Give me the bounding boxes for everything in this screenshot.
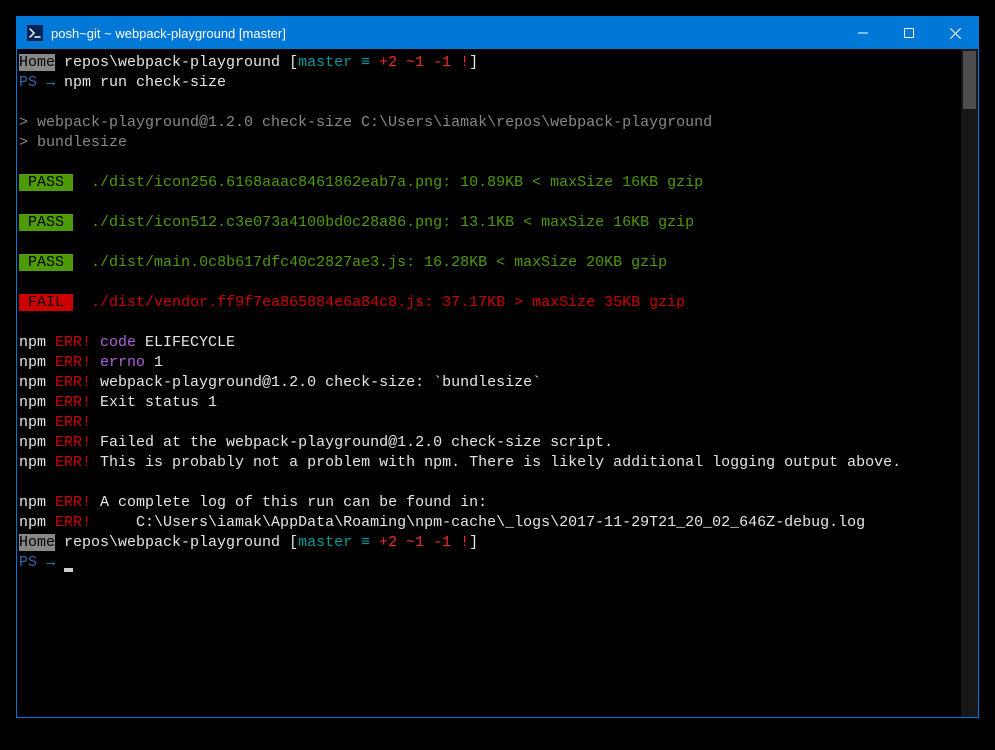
minimize-button[interactable]	[840, 17, 886, 49]
prompt-home: Home	[19, 534, 55, 551]
prompt-home: Home	[19, 54, 55, 71]
npm-header: > bundlesize	[19, 133, 959, 153]
fail-badge: FAIL	[19, 294, 73, 311]
scrollbar-thumb[interactable]	[963, 51, 976, 109]
minimize-icon	[858, 28, 868, 38]
close-icon	[950, 28, 961, 39]
err-tag: ERR!	[46, 374, 91, 391]
npm-header: > webpack-playground@1.2.0 check-size C:…	[19, 113, 959, 133]
err-tag: ERR!	[46, 414, 91, 431]
git-modified: ~1	[397, 54, 433, 71]
prompt-path: repos\webpack-playground	[55, 54, 289, 71]
npm-error-line: npm ERR! webpack-playground@1.2.0 check-…	[19, 373, 959, 393]
prompt-line: Home repos\webpack-playground [master ≡ …	[19, 53, 959, 73]
command-text: npm run check-size	[64, 74, 226, 91]
npm-error-line: npm ERR! Exit status 1	[19, 393, 959, 413]
scrollbar[interactable]	[961, 49, 978, 717]
check-result: FAIL ./dist/vendor.ff9f7ea865884e6a84c8.…	[19, 293, 959, 313]
err-tag: ERR!	[46, 434, 91, 451]
check-result: PASS ./dist/icon256.6168aaac8461862eab7a…	[19, 173, 959, 193]
ps-prefix: PS	[19, 554, 37, 571]
command-line: PS →	[19, 553, 959, 573]
window-controls	[840, 17, 978, 49]
window-frame: posh~git ~ webpack-playground [master] H…	[16, 16, 979, 718]
app-icon	[27, 25, 43, 41]
check-text: ./dist/main.0c8b617dfc40c2827ae3.js: 16.…	[73, 254, 667, 271]
titlebar[interactable]: posh~git ~ webpack-playground [master]	[17, 17, 978, 49]
npm-error-line: npm ERR! code ELIFECYCLE	[19, 333, 959, 353]
err-tag: ERR!	[46, 494, 91, 511]
check-text: ./dist/vendor.ff9f7ea865884e6a84c8.js: 3…	[73, 294, 685, 311]
pass-badge: PASS	[19, 174, 73, 191]
cursor	[64, 568, 73, 572]
window-title: posh~git ~ webpack-playground [master]	[51, 26, 840, 41]
npm-error-line: npm ERR!	[19, 413, 959, 433]
err-tag: ERR!	[46, 454, 91, 471]
git-deleted: -1 !	[433, 54, 469, 71]
err-tag: ERR!	[46, 394, 91, 411]
command-line: PS → npm run check-size	[19, 73, 959, 93]
maximize-icon	[904, 28, 914, 38]
git-branch: master	[298, 54, 352, 71]
ps-prefix: PS	[19, 74, 37, 91]
git-branch: master	[298, 534, 352, 551]
check-text: ./dist/icon256.6168aaac8461862eab7a.png:…	[73, 174, 703, 191]
err-tag: ERR!	[46, 334, 91, 351]
npm-error-line: npm ERR! A complete log of this run can …	[19, 493, 959, 513]
npm-error-line: npm ERR! Failed at the webpack-playgroun…	[19, 433, 959, 453]
npm-error-line: npm ERR! errno 1	[19, 353, 959, 373]
pass-badge: PASS	[19, 254, 73, 271]
npm-error-line: npm ERR! This is probably not a problem …	[19, 453, 959, 473]
pass-badge: PASS	[19, 214, 73, 231]
npm-error-line: npm ERR! C:\Users\iamak\AppData\Roaming\…	[19, 513, 959, 533]
git-added: +2	[379, 54, 397, 71]
check-result: PASS ./dist/main.0c8b617dfc40c2827ae3.js…	[19, 253, 959, 273]
prompt-path: repos\webpack-playground	[55, 534, 289, 551]
close-button[interactable]	[932, 17, 978, 49]
check-result: PASS ./dist/icon512.c3e073a4100bd0c28a86…	[19, 213, 959, 233]
terminal-area: Home repos\webpack-playground [master ≡ …	[17, 49, 978, 717]
prompt-line: Home repos\webpack-playground [master ≡ …	[19, 533, 959, 553]
maximize-button[interactable]	[886, 17, 932, 49]
err-tag: ERR!	[46, 354, 91, 371]
terminal-output[interactable]: Home repos\webpack-playground [master ≡ …	[17, 49, 961, 717]
err-tag: ERR!	[46, 514, 91, 531]
check-text: ./dist/icon512.c3e073a4100bd0c28a86.png:…	[73, 214, 694, 231]
